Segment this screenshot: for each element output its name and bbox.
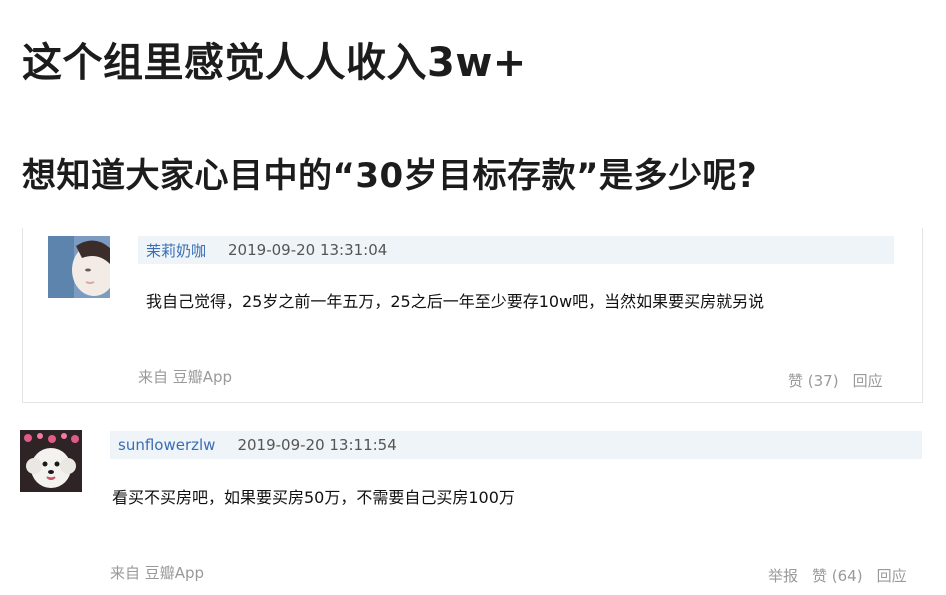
comment-author-link[interactable]: sunflowerzlw	[110, 436, 215, 454]
like-button[interactable]: 赞 (64)	[812, 565, 863, 586]
report-button[interactable]: 举报	[768, 565, 798, 586]
comment-source: 来自 豆瓣App	[110, 564, 205, 582]
avatar[interactable]	[48, 236, 110, 298]
avatar-photo-icon	[48, 236, 110, 298]
comment-text: 我自己觉得，25岁之前一年五万，25之后一年至少要存10w吧，当然如果要买房就另…	[146, 292, 765, 311]
comment-meta: sunflowerzlw 2019-09-20 13:11:54	[110, 431, 922, 459]
comment-time: 2019-09-20 13:31:04	[228, 241, 388, 259]
comment-text: 看买不买房吧，如果要买房50万，不需要自己买房100万	[112, 488, 515, 507]
reply-button[interactable]: 回应	[853, 370, 883, 391]
headline-line-1: 这个组里感觉人人收入3w+	[22, 40, 527, 86]
headline-line-2: 想知道大家心目中的“30岁目标存款”是多少呢?	[22, 156, 758, 196]
avatar-dog-icon	[20, 430, 82, 492]
comment-time: 2019-09-20 13:11:54	[237, 436, 397, 454]
avatar[interactable]	[20, 430, 82, 492]
comment-actions: 举报 赞 (64) 回应	[768, 565, 907, 586]
comment-meta: 茉莉奶咖 2019-09-20 13:31:04	[138, 236, 894, 264]
comment-author-link[interactable]: 茉莉奶咖	[138, 240, 206, 261]
like-button[interactable]: 赞 (37)	[788, 370, 839, 391]
comment-actions: 赞 (37) 回应	[788, 370, 883, 391]
comment-source: 来自 豆瓣App	[138, 368, 233, 386]
reply-button[interactable]: 回应	[877, 565, 907, 586]
